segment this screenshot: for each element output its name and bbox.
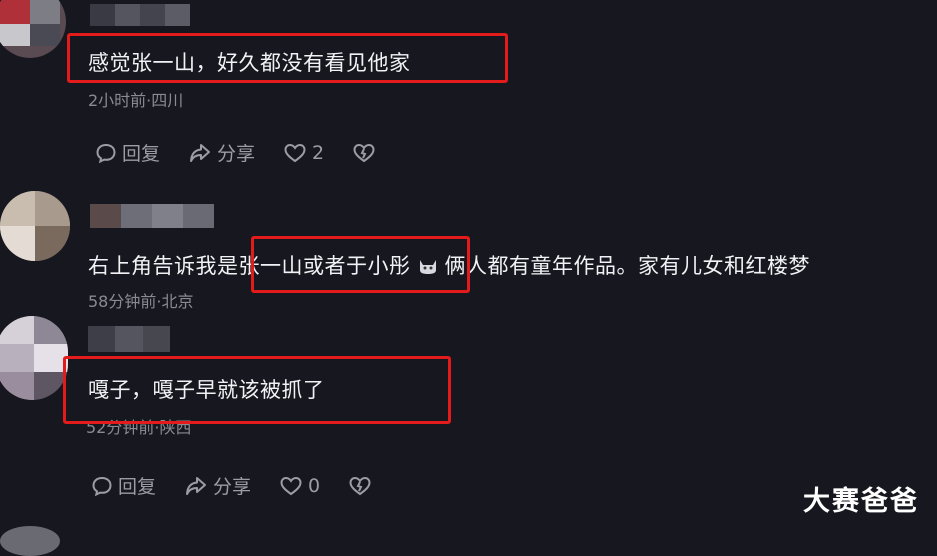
share-icon	[190, 143, 211, 162]
comment-text: 感觉张一山，好久都没有看见他家	[88, 51, 411, 75]
like-count: 2	[312, 141, 325, 164]
reply-button[interactable]: 回复	[91, 472, 156, 499]
avatar-partial[interactable]	[0, 526, 60, 556]
share-button[interactable]: 分享	[188, 139, 255, 166]
like-button[interactable]: 0	[279, 475, 320, 497]
comment-meta: 58分钟前·北京	[88, 292, 194, 311]
reply-icon	[96, 143, 116, 163]
username-blurred[interactable]	[88, 326, 170, 352]
reply-label: 回复	[122, 143, 161, 165]
avatar[interactable]	[0, 191, 70, 261]
comment-text: 右上角告诉我是张一山或者于小彤 俩人都有童年作品。家有儿女和红楼梦	[88, 250, 810, 280]
comment-meta: 2小时前·四川	[88, 91, 184, 110]
reply-label: 回复	[118, 476, 157, 498]
username-blurred[interactable]	[90, 4, 190, 26]
reply-icon	[92, 476, 112, 496]
comment-actions: 回复 分享 0	[91, 472, 405, 499]
avatar[interactable]	[0, 0, 66, 58]
like-count: 0	[308, 474, 321, 497]
share-label: 分享	[213, 476, 252, 498]
heart-icon	[280, 476, 302, 495]
dislike-button[interactable]	[348, 475, 377, 497]
share-button[interactable]: 分享	[184, 472, 251, 499]
cat-emoji-icon	[419, 260, 436, 274]
comment-meta: 52分钟前·陕西	[86, 418, 192, 437]
share-icon	[186, 476, 207, 495]
dislike-heart-icon	[353, 143, 375, 162]
comment-text-highlighted: 张一山或者于小彤	[238, 254, 411, 278]
dislike-heart-icon	[349, 476, 371, 495]
comment-text-part-1: 右上角告诉我是	[88, 254, 239, 278]
comment-actions: 回复 分享 2	[95, 139, 409, 166]
comment-text: 嘎子，嘎子早就该被抓了	[88, 378, 325, 402]
like-button[interactable]: 2	[283, 142, 324, 164]
dislike-button[interactable]	[352, 142, 381, 164]
heart-icon	[284, 143, 306, 162]
avatar[interactable]	[0, 316, 68, 400]
share-label: 分享	[217, 143, 256, 165]
username-blurred[interactable]	[90, 204, 214, 228]
watermark: 大赛爸爸	[803, 486, 919, 517]
comment-text-part-3: 俩人都有童年作品。家有儿女和红楼梦	[444, 254, 810, 278]
reply-button[interactable]: 回复	[95, 139, 160, 166]
